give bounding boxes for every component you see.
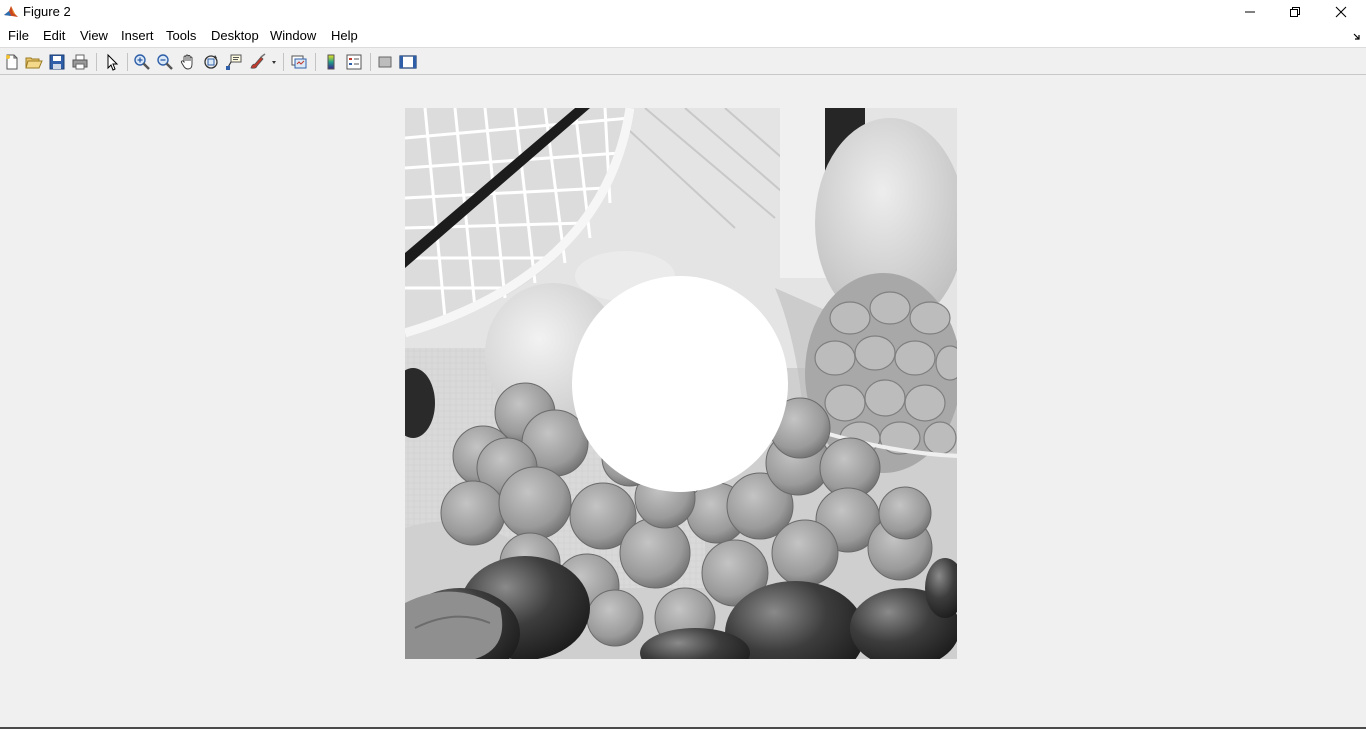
save-icon: [48, 53, 66, 71]
window-title: Figure 2: [23, 4, 71, 19]
menu-desktop[interactable]: Desktop: [211, 28, 259, 43]
zoom-in-button[interactable]: [133, 53, 151, 71]
rotate-3d-icon: [202, 53, 220, 71]
figure-toolbar: [0, 47, 1366, 75]
menu-window[interactable]: Window: [270, 28, 316, 43]
show-plot-tools-button[interactable]: [399, 53, 417, 71]
white-circle-mask: [572, 276, 788, 492]
title-bar: Figure 2: [0, 0, 1366, 24]
minimize-button[interactable]: [1227, 0, 1273, 24]
menu-view[interactable]: View: [80, 28, 108, 43]
zoom-out-button[interactable]: [156, 53, 174, 71]
menu-edit[interactable]: Edit: [43, 28, 65, 43]
edit-plot-arrow-icon: [103, 53, 121, 71]
zoom-in-icon: [133, 53, 151, 71]
pan-hand-icon: [179, 53, 197, 71]
toolbar-separator: [127, 53, 128, 71]
show-plot-tools-icon: [399, 53, 417, 71]
menu-help[interactable]: Help: [331, 28, 358, 43]
link-plot-button[interactable]: [290, 53, 308, 71]
brush-icon: [248, 53, 278, 71]
restore-button[interactable]: [1272, 0, 1318, 24]
menu-insert[interactable]: Insert: [121, 28, 154, 43]
image-axes[interactable]: [405, 108, 957, 659]
insert-colorbar-button[interactable]: [322, 53, 340, 71]
menu-file[interactable]: File: [8, 28, 29, 43]
zoom-out-icon: [156, 53, 174, 71]
rotate-3d-button[interactable]: [202, 53, 220, 71]
print-button[interactable]: [71, 53, 89, 71]
insert-legend-button[interactable]: [345, 53, 363, 71]
toolbar-separator: [96, 53, 97, 71]
toolbar-separator: [370, 53, 371, 71]
open-file-icon: [25, 53, 43, 71]
new-figure-button[interactable]: [3, 53, 21, 71]
toolbar-separator: [315, 53, 316, 71]
edit-plot-button[interactable]: [103, 53, 121, 71]
open-file-button[interactable]: [25, 53, 43, 71]
restore-icon: [1289, 6, 1301, 18]
toolbar-separator: [283, 53, 284, 71]
new-figure-icon: [3, 53, 21, 71]
insert-legend-icon: [345, 53, 363, 71]
menu-tools[interactable]: Tools: [166, 28, 196, 43]
data-cursor-button[interactable]: [225, 53, 243, 71]
pan-button[interactable]: [179, 53, 197, 71]
print-icon: [71, 53, 89, 71]
data-cursor-icon: [225, 53, 243, 71]
brush-button[interactable]: [248, 53, 278, 71]
hide-plot-tools-icon: [376, 53, 394, 71]
insert-colorbar-icon: [322, 53, 340, 71]
minimize-icon: [1244, 6, 1256, 18]
close-button[interactable]: [1318, 0, 1364, 24]
matlab-icon: [3, 4, 19, 20]
masked-fruit-image: [405, 108, 957, 659]
menu-bar: File Edit View Insert Tools Desktop Wind…: [0, 24, 1366, 47]
dock-arrow-icon[interactable]: [1352, 30, 1362, 40]
close-icon: [1335, 6, 1347, 18]
save-button[interactable]: [48, 53, 66, 71]
link-plot-icon: [290, 53, 308, 71]
hide-plot-tools-button[interactable]: [376, 53, 394, 71]
